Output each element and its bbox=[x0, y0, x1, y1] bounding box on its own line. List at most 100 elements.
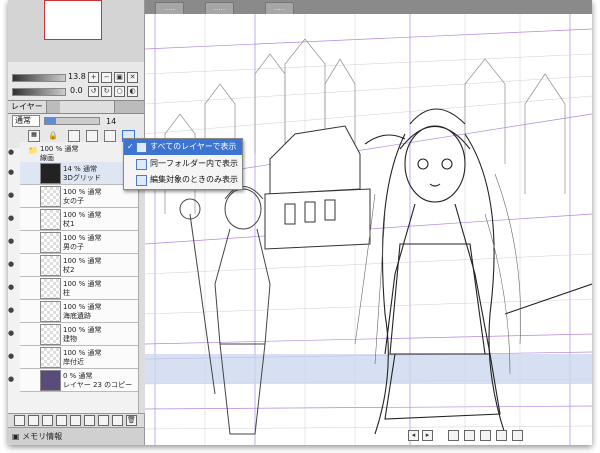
draft-icon[interactable] bbox=[86, 130, 98, 142]
app-window: ..... ..... ..... 13.8 + − ▣ ✕ 0.0 ↺ ↻ ○… bbox=[8, 0, 592, 445]
ruler-icon bbox=[136, 142, 147, 153]
navigator-area bbox=[8, 0, 144, 62]
tab-icon-3[interactable] bbox=[96, 101, 115, 113]
layer-thumbnail bbox=[40, 255, 61, 276]
layer-thumbnail bbox=[40, 163, 61, 184]
memory-info-bar[interactable]: ▣ メモリ情報 bbox=[8, 427, 144, 445]
zoom-out-icon[interactable]: − bbox=[101, 72, 112, 83]
navigator-thumbnail[interactable] bbox=[44, 0, 102, 40]
trash-icon[interactable]: 🗑 bbox=[126, 415, 137, 426]
layer-thumbnail bbox=[40, 209, 61, 230]
layer-thumbnail bbox=[40, 301, 61, 322]
new-vector-layer-icon[interactable] bbox=[28, 415, 39, 426]
nav-prev-icon[interactable]: ◂ bbox=[408, 430, 419, 441]
blend-mode-row: 通常 14 bbox=[8, 114, 144, 128]
brush-size-slider[interactable] bbox=[12, 74, 66, 82]
lock-transparency-icon[interactable]: ▦ bbox=[28, 130, 40, 142]
tab-layer-label: レイヤー bbox=[11, 102, 43, 111]
tab-icon-2[interactable] bbox=[78, 101, 97, 113]
visibility-icon[interactable]: ● bbox=[8, 283, 16, 291]
mask-icon[interactable] bbox=[104, 130, 116, 142]
rotation-value: 0.0 bbox=[70, 86, 83, 95]
tool-icon[interactable] bbox=[448, 430, 459, 441]
layer-name: 海底遺跡 bbox=[63, 312, 91, 320]
layer-row[interactable]: ● 14 % 通常 3Dグリッド bbox=[8, 162, 138, 185]
layer-name: 柱 bbox=[63, 289, 70, 297]
tab-icon-1[interactable] bbox=[60, 101, 79, 113]
zoom-in-icon[interactable]: + bbox=[88, 72, 99, 83]
layer-thumbnail bbox=[40, 347, 61, 368]
menu-item-show-when-editing[interactable]: 編集対象のときのみ表示 bbox=[124, 172, 242, 188]
layer-name: 女の子 bbox=[63, 197, 84, 205]
layer-name: 男の子 bbox=[63, 243, 84, 251]
blend-mode-select[interactable]: 通常 bbox=[12, 115, 40, 127]
document-tab-bar: ..... ..... ..... bbox=[145, 0, 592, 15]
fit-icon[interactable]: ▣ bbox=[114, 72, 125, 83]
tool-icon[interactable] bbox=[464, 430, 475, 441]
clipping-icon[interactable]: 🔒 bbox=[48, 131, 58, 141]
layer-opacity-slider[interactable] bbox=[44, 117, 100, 125]
layer-row[interactable]: ● 100 % 通常 柱 bbox=[8, 277, 138, 300]
layer-action-bar: 🗑 bbox=[8, 413, 144, 428]
close-icon[interactable]: ✕ bbox=[127, 72, 138, 83]
layer-row[interactable]: ● 100 % 通常 男の子 bbox=[8, 231, 138, 254]
layer-row[interactable]: ● 100 % 通常 建物 bbox=[8, 323, 138, 346]
new-raster-layer-icon[interactable] bbox=[14, 415, 25, 426]
layer-panel: 13.8 + − ▣ ✕ 0.0 ↺ ↻ ○ ◐ レイヤー 通常 14 ▦ 🔒 … bbox=[8, 0, 145, 445]
nav-next-icon[interactable]: ▸ bbox=[422, 430, 433, 441]
memory-icon: ▣ bbox=[12, 432, 20, 441]
tool-icon[interactable] bbox=[512, 430, 523, 441]
visibility-icon[interactable]: ● bbox=[8, 306, 16, 314]
visibility-icon[interactable]: ● bbox=[8, 352, 16, 360]
tool-icon[interactable] bbox=[480, 430, 491, 441]
settings-icon[interactable] bbox=[112, 415, 123, 426]
mask-add-icon[interactable] bbox=[70, 415, 81, 426]
visibility-icon[interactable]: ● bbox=[8, 214, 16, 222]
layer-row[interactable]: ● 100 % 通常 海底遺跡 bbox=[8, 300, 138, 323]
line-art-illustration bbox=[145, 14, 592, 445]
layer-row[interactable]: ● 100 % 通常 杖1 bbox=[8, 208, 138, 231]
checkmark-icon: ✓ bbox=[127, 142, 134, 151]
apply-mask-icon[interactable] bbox=[98, 415, 109, 426]
layer-row[interactable]: ● 100 % 通常 女の子 bbox=[8, 185, 138, 208]
menu-item-show-all-layers[interactable]: ✓ すべてのレイヤーで表示 bbox=[124, 139, 242, 155]
tab-layer[interactable]: レイヤー bbox=[8, 101, 47, 113]
layer-name: 3Dグリッド bbox=[63, 174, 101, 182]
folder-row[interactable]: ● 📁 100 % 通常 線画 bbox=[8, 142, 138, 163]
layer-thumbnail bbox=[40, 232, 61, 253]
copy-layer-icon[interactable] bbox=[84, 415, 95, 426]
menu-item-show-same-folder[interactable]: 同一フォルダー内で表示 bbox=[124, 156, 242, 172]
visibility-icon[interactable]: ● bbox=[8, 191, 16, 199]
layer-row[interactable]: ● 100 % 通常 岸付近 bbox=[8, 346, 138, 369]
reference-icon[interactable] bbox=[68, 130, 80, 142]
layer-name: 杖2 bbox=[63, 266, 75, 274]
layer-name: 杖1 bbox=[63, 220, 75, 228]
brush-size-value: 13.8 bbox=[68, 72, 86, 81]
visibility-icon[interactable]: ● bbox=[8, 329, 16, 337]
flip-icon[interactable]: ◐ bbox=[127, 86, 138, 97]
ruler-icon bbox=[136, 175, 147, 186]
layer-opacity-value: 14 bbox=[106, 116, 117, 126]
drawing-canvas[interactable] bbox=[145, 14, 592, 445]
visibility-icon[interactable]: ● bbox=[8, 237, 16, 245]
layer-row[interactable]: ● 0 % 通常 レイヤー 23 のコピー bbox=[8, 369, 138, 392]
memory-info-label: メモリ情報 bbox=[22, 432, 63, 441]
layer-thumbnail bbox=[40, 186, 61, 207]
layer-name: 岸付近 bbox=[63, 358, 84, 366]
visibility-icon[interactable]: ● bbox=[8, 375, 16, 383]
rotate-right-icon[interactable]: ↻ bbox=[101, 86, 112, 97]
new-folder-icon[interactable] bbox=[42, 415, 53, 426]
visibility-icon[interactable]: ● bbox=[8, 260, 16, 268]
visibility-icon[interactable]: ● bbox=[8, 168, 16, 176]
tool-icon[interactable] bbox=[496, 430, 507, 441]
merge-down-icon[interactable] bbox=[56, 415, 67, 426]
rotate-left-icon[interactable]: ↺ bbox=[88, 86, 99, 97]
layer-thumbnail bbox=[40, 278, 61, 299]
rotation-slider[interactable] bbox=[12, 88, 66, 96]
visibility-icon[interactable]: ● bbox=[8, 148, 16, 156]
ruler-display-menu: ✓ すべてのレイヤーで表示 同一フォルダー内で表示 編集対象のときのみ表示 bbox=[123, 138, 243, 190]
layer-row[interactable]: ● 100 % 通常 杖2 bbox=[8, 254, 138, 277]
layer-name: レイヤー 23 のコピー bbox=[63, 381, 133, 389]
reset-icon[interactable]: ○ bbox=[114, 86, 125, 97]
menu-item-label: すべてのレイヤーで表示 bbox=[150, 142, 237, 151]
